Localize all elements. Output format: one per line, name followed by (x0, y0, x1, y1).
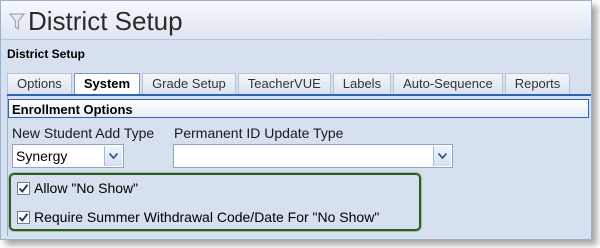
chevron-down-icon[interactable] (104, 146, 122, 166)
tab-options[interactable]: Options (7, 73, 72, 94)
filter-icon[interactable] (8, 13, 26, 36)
tab-system[interactable]: System (73, 73, 141, 95)
permanent-id-update-type-label: Permanent ID Update Type (174, 125, 344, 141)
require-summer-withdrawal-row[interactable]: Require Summer Withdrawal Code/Date For … (17, 209, 379, 225)
section-header-enrollment-options: Enrollment Options (8, 99, 589, 118)
allow-no-show-checkbox[interactable] (17, 181, 30, 195)
window-frame: District Setup District Setup Options Sy… (0, 0, 592, 240)
tab-reports[interactable]: Reports (504, 73, 571, 94)
page-subheader: District Setup (7, 47, 86, 61)
new-student-add-type-select[interactable]: Synergy (12, 144, 124, 168)
new-student-add-type-label: New Student Add Type (12, 125, 155, 141)
allow-no-show-label: Allow "No Show" (34, 180, 139, 196)
chevron-down-icon[interactable] (433, 146, 451, 166)
window-title: District Setup (28, 6, 183, 36)
tab-strip: Options System Grade Setup TeacherVUE La… (7, 73, 571, 95)
tab-teachervue[interactable]: TeacherVUE (237, 73, 331, 94)
require-summer-withdrawal-checkbox[interactable] (17, 210, 30, 224)
new-student-add-type-value: Synergy (16, 148, 68, 164)
permanent-id-update-type-select[interactable] (173, 144, 453, 168)
tab-auto-sequence[interactable]: Auto-Sequence (393, 73, 503, 94)
allow-no-show-row[interactable]: Allow "No Show" (17, 180, 138, 196)
tab-labels[interactable]: Labels (332, 73, 392, 94)
require-summer-withdrawal-label: Require Summer Withdrawal Code/Date For … (34, 209, 380, 225)
tab-grade-setup[interactable]: Grade Setup (142, 73, 236, 94)
title-bar: District Setup (1, 1, 591, 40)
